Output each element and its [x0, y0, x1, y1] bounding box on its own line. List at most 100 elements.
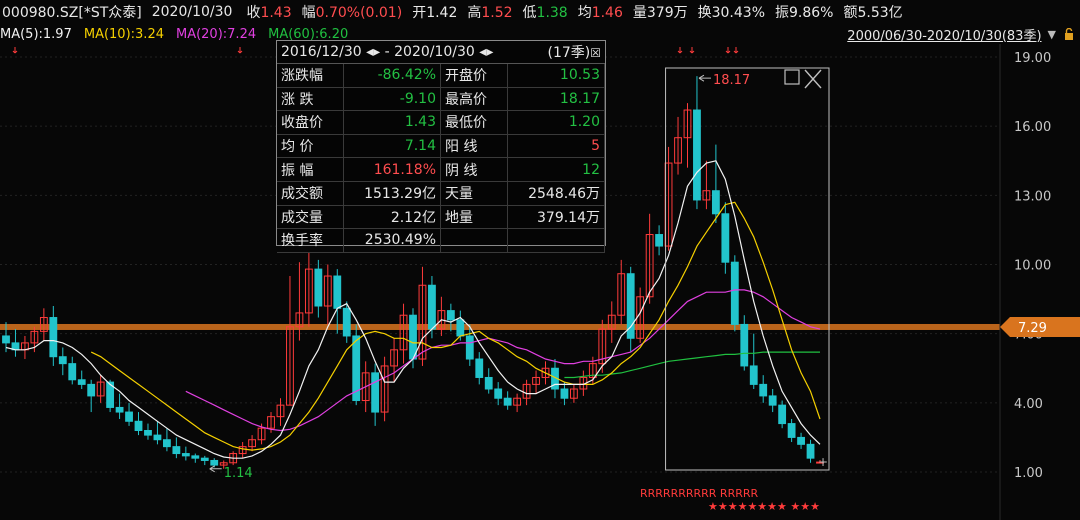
high-value: 1.52 — [481, 5, 513, 21]
stats-value: 2530.49% — [343, 228, 441, 253]
high-label: 高 — [467, 5, 482, 21]
candle-body — [333, 275, 342, 309]
volume-label: 量 — [632, 5, 647, 21]
candle-body — [475, 358, 484, 378]
stats-value: 1.20 — [507, 110, 605, 135]
close-icon[interactable]: ☒ — [590, 46, 601, 60]
stats-range[interactable]: 2016/12/30 ◂▸ - 2020/10/30 ◂▸ — [281, 44, 493, 60]
candle-body — [693, 109, 701, 201]
candle-body — [560, 388, 569, 399]
range-text[interactable]: 2000/06/30-2020/10/30(83季) — [847, 25, 1041, 44]
candle-body — [711, 190, 720, 215]
low-arrow — [209, 465, 222, 473]
stats-periods: (17季) — [547, 45, 591, 61]
candle-body — [314, 268, 323, 307]
low-marker-label: 1.14 — [224, 466, 253, 481]
stats-row: 换手率 2530.49% — [277, 228, 605, 253]
candle-body — [87, 383, 96, 397]
signal-flag — [12, 47, 18, 54]
y-tick-label: 1.00 — [1014, 466, 1043, 481]
selection-rect — [665, 67, 830, 471]
ma10-legend: MA(10):3.24 — [83, 26, 164, 42]
candle-body — [494, 388, 503, 399]
stock-code[interactable]: 000980.SZ[*ST众泰] — [2, 2, 142, 22]
candle-body — [446, 310, 455, 321]
high-marker-label: 18.17 — [713, 73, 750, 88]
candle-body — [721, 213, 730, 263]
close-value: 1.43 — [260, 5, 292, 21]
close-icon[interactable] — [804, 69, 822, 89]
maximize-icon[interactable] — [784, 69, 800, 85]
turnover-label: 换 — [697, 5, 712, 21]
candle-body — [181, 453, 190, 457]
stats-label: 均 价 — [277, 134, 344, 159]
stats-row: 均 价 7.14 阳 线5 — [277, 134, 605, 159]
candle-body — [115, 406, 124, 413]
candle-body — [153, 434, 162, 441]
stats-label: 阴 线 — [440, 157, 508, 182]
ma20-legend: MA(20):7.24 — [175, 26, 257, 42]
stats-row: 涨跌幅 -86.42% 开盘价 10.53 — [277, 64, 605, 88]
stats-value: 2.12亿 — [343, 205, 441, 230]
stats-row: 成交额 1513.29亿 天量 2548.46万 — [277, 181, 605, 206]
candle-body — [371, 372, 380, 413]
candle-body — [2, 335, 10, 344]
stats-value: 1513.29亿 — [343, 181, 441, 206]
y-tick-label: 19.00 — [1014, 51, 1051, 66]
last-price-cross: + — [818, 455, 828, 469]
stats-value: 12 — [507, 157, 605, 182]
amplitude-label: 振 — [775, 5, 789, 21]
stats-value: 18.17 — [507, 87, 605, 112]
amount-value: 5.53亿 — [857, 5, 903, 21]
candle-body — [200, 457, 209, 461]
stats-label: 成交额 — [277, 181, 344, 206]
r-marker-text: RRRRRRRRRR RRRRR — [640, 487, 758, 500]
current-price-label: 7.29 — [1018, 321, 1047, 336]
candle-body — [144, 430, 152, 436]
chevron-down-icon[interactable]: ▼ — [1048, 28, 1056, 41]
signal-flag — [733, 47, 739, 54]
candle-body — [125, 411, 133, 422]
stats-label: 最低价 — [440, 110, 508, 135]
candle-body — [342, 307, 351, 337]
candle-body — [77, 379, 86, 385]
avg-value: 1.46 — [591, 5, 623, 21]
amplitude-value: 9.86% — [789, 5, 834, 21]
stats-label: 地量 — [440, 205, 508, 230]
low-label: 低 — [522, 5, 537, 21]
candle-body — [484, 376, 493, 390]
high-arrow — [698, 74, 711, 82]
low-value: 1.38 — [536, 5, 568, 21]
stats-label — [440, 228, 508, 253]
candle-body — [749, 365, 758, 385]
open-label: 开 — [412, 5, 427, 21]
signal-flag — [237, 47, 243, 54]
stats-label: 换手率 — [277, 228, 344, 253]
y-tick-label: 10.00 — [1014, 259, 1051, 274]
interval-stats-box: 2016/12/30 ◂▸ - 2020/10/30 ◂▸ (17季)☒ 涨跌幅… — [276, 40, 606, 253]
candle-body — [797, 436, 805, 445]
signal-flag — [689, 47, 695, 54]
range-selector[interactable]: 2000/06/30-2020/10/30(83季) ▼ — [847, 24, 1074, 44]
candle-body — [58, 356, 67, 365]
candle-body — [787, 423, 796, 438]
candle-body — [210, 459, 219, 466]
candle-body — [503, 397, 512, 406]
stats-label: 收盘价 — [277, 110, 344, 135]
stats-value: 161.18% — [343, 157, 441, 182]
stats-value: 379.14万 — [507, 205, 605, 230]
candle-body — [465, 335, 474, 360]
stats-label: 成交量 — [277, 205, 344, 230]
turnover-value: 30.43% — [711, 5, 765, 21]
stats-label: 开盘价 — [440, 64, 508, 88]
stats-label: 阳 线 — [440, 134, 508, 159]
avg-label: 均 — [577, 5, 592, 21]
stats-row: 成交量 2.12亿 地量 379.14万 — [277, 205, 605, 230]
y-tick-label: 4.00 — [1014, 397, 1043, 412]
quote-header: 000980.SZ[*ST众泰] 2020/10/30 收1.43 幅0.70%… — [0, 0, 1080, 24]
lock-icon[interactable] — [1064, 28, 1074, 40]
candle-body — [428, 284, 436, 330]
stats-row: 振 幅 161.18% 阴 线 12 — [277, 157, 605, 182]
change-label: 幅 — [301, 5, 316, 21]
candle-body — [768, 395, 777, 406]
